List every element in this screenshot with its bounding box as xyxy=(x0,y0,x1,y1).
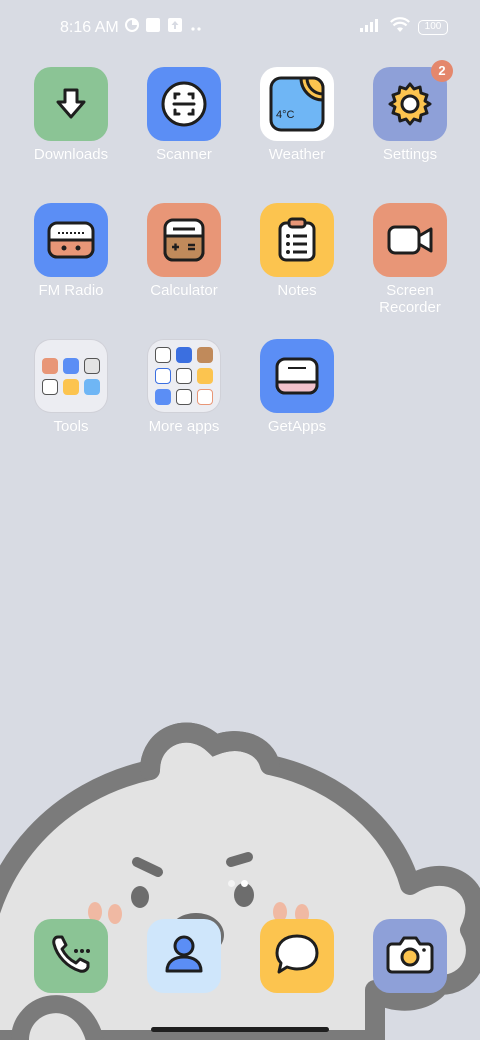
getapps-icon xyxy=(260,339,334,413)
calculator-icon xyxy=(147,203,221,277)
battery-icon: 100 xyxy=(418,20,448,35)
app-calculator[interactable]: Calculator xyxy=(128,203,240,299)
weather-temperature: 4°C xyxy=(276,109,295,121)
app-screen-recorder[interactable]: Screen Recorder xyxy=(354,203,466,316)
phone-icon xyxy=(48,931,94,982)
app-label: Weather xyxy=(268,146,326,163)
signal-icon xyxy=(360,18,382,37)
app-label: Calculator xyxy=(150,282,218,299)
page-indicator xyxy=(228,880,248,887)
app-label: Downloads xyxy=(33,146,109,163)
folder-icon xyxy=(147,339,221,413)
mini-app-icon xyxy=(84,378,100,395)
square-notification-icon xyxy=(145,17,161,38)
mini-app-icon xyxy=(42,378,58,395)
notes-icon xyxy=(260,203,334,277)
scanner-icon xyxy=(147,67,221,141)
app-notes[interactable]: Notes xyxy=(241,203,353,299)
mini-app-icon xyxy=(197,368,213,384)
folder-tools[interactable]: Tools xyxy=(15,339,127,435)
app-label: Notes xyxy=(277,282,317,299)
mini-app-icon xyxy=(197,347,213,363)
app-label: FM Radio xyxy=(38,282,104,299)
mini-app-icon xyxy=(176,347,192,363)
weather-icon: 4°C xyxy=(260,67,334,141)
upload-notification-icon xyxy=(167,17,183,38)
home-indicator[interactable] xyxy=(151,1027,329,1032)
app-label: Screen Recorder xyxy=(379,282,441,316)
dock-messages[interactable] xyxy=(260,919,334,993)
mini-app-icon xyxy=(155,368,171,384)
radio-icon xyxy=(34,203,108,277)
dock-phone[interactable] xyxy=(34,919,108,993)
page-dot-active xyxy=(241,880,248,887)
dock-contacts[interactable] xyxy=(147,919,221,993)
notification-badge: 2 xyxy=(431,60,453,82)
status-time: 8:16 AM xyxy=(60,18,119,36)
gear-icon: 2 xyxy=(373,60,453,141)
mini-app-icon xyxy=(84,357,100,374)
download-icon xyxy=(34,67,108,141)
wifi-icon xyxy=(390,17,410,38)
mini-app-icon xyxy=(63,378,79,395)
page-dot xyxy=(228,880,235,887)
status-bar: 8:16 AM 100 xyxy=(0,0,480,56)
app-scanner[interactable]: Scanner xyxy=(128,67,240,163)
mini-app-icon xyxy=(155,347,171,363)
camera-icon xyxy=(386,932,434,981)
mini-app-icon xyxy=(63,357,79,374)
mini-app-icon xyxy=(155,389,171,405)
folder-more-apps[interactable]: More apps xyxy=(128,339,240,435)
app-weather[interactable]: 4°C Weather xyxy=(241,67,353,163)
message-icon xyxy=(273,931,321,982)
app-label: More apps xyxy=(148,418,220,435)
video-camera-icon xyxy=(373,203,447,277)
dock-camera[interactable] xyxy=(373,919,447,993)
app-fm-radio[interactable]: FM Radio xyxy=(15,203,127,299)
mini-app-icon xyxy=(176,389,192,405)
app-settings[interactable]: 2 Settings xyxy=(354,60,466,163)
app-label: Tools xyxy=(53,418,89,435)
folder-icon xyxy=(34,339,108,413)
app-label: Scanner xyxy=(156,146,212,163)
app-label: Settings xyxy=(382,146,438,163)
app-downloads[interactable]: Downloads xyxy=(15,67,127,163)
mini-app-icon xyxy=(176,368,192,384)
more-dots-icon xyxy=(189,19,203,37)
mini-app-icon xyxy=(42,357,58,374)
data-saver-icon xyxy=(124,18,139,37)
app-getapps[interactable]: GetApps xyxy=(241,339,353,435)
contacts-icon xyxy=(161,931,207,982)
mini-app-icon xyxy=(197,389,213,405)
app-label: GetApps xyxy=(267,418,327,435)
